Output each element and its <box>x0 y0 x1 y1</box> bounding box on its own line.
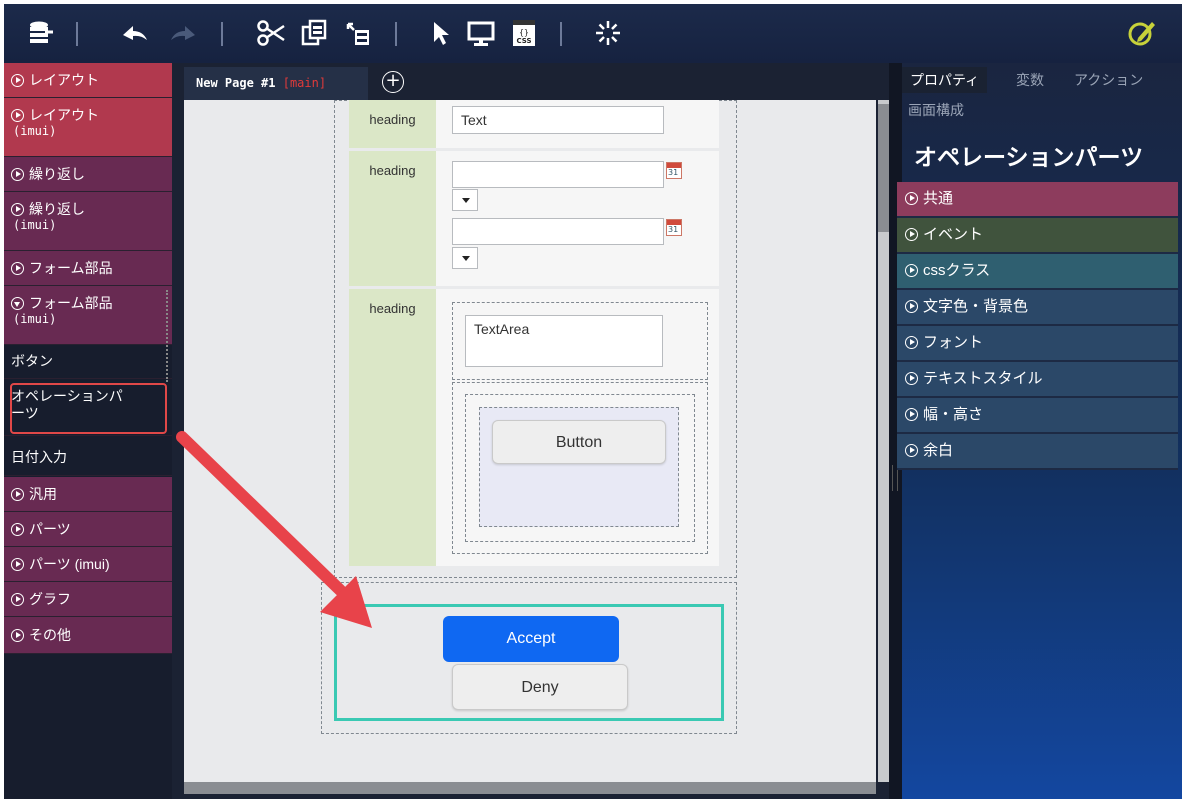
tab-variables[interactable]: 変数 <box>1008 67 1052 93</box>
move-icon[interactable] <box>342 16 376 50</box>
circle-play-icon <box>905 444 918 457</box>
tab-actions[interactable]: アクション <box>1066 67 1151 93</box>
copy-icon[interactable] <box>297 16 331 50</box>
circle-play-icon <box>905 264 918 277</box>
circle-play-icon <box>905 192 918 205</box>
section-size[interactable]: 幅・高さ <box>897 398 1178 434</box>
toolbar-separator <box>395 22 397 46</box>
svg-text:{}: {} <box>519 28 529 37</box>
palette-item-button[interactable]: ボタン <box>4 345 172 379</box>
palette-item-form-parts-imui[interactable]: フォーム部品 (imui) <box>4 286 172 345</box>
form-row-textarea: heading TextArea Button <box>349 289 719 566</box>
form-row-date: heading 31 31 <box>349 151 719 286</box>
section-colors[interactable]: 文字色・背景色 <box>897 290 1178 326</box>
palette-item-layout-imui[interactable]: レイアウト (imui) <box>4 98 172 157</box>
circle-play-icon <box>11 262 24 275</box>
calendar-icon[interactable]: 31 <box>666 162 682 179</box>
redo-icon[interactable] <box>167 16 201 50</box>
canvas-button[interactable]: Button <box>492 420 666 464</box>
panel-subtitle: 画面構成 <box>908 102 964 118</box>
date-input[interactable] <box>452 218 664 245</box>
circle-play-icon <box>11 168 24 181</box>
hour-dropdown[interactable] <box>452 189 478 211</box>
palette-item-parts[interactable]: パーツ <box>4 512 172 547</box>
circle-play-icon <box>905 228 918 241</box>
undo-icon[interactable] <box>117 16 151 50</box>
edit-icon[interactable] <box>1124 16 1158 50</box>
accept-button[interactable]: Accept <box>443 616 619 662</box>
circle-play-icon <box>11 523 24 536</box>
row-heading: heading <box>349 151 436 286</box>
circle-play-icon <box>905 300 918 313</box>
database-icon[interactable] <box>24 16 58 50</box>
palette-item-parts-imui[interactable]: パーツ (imui) <box>4 547 172 582</box>
circle-play-icon <box>11 203 24 216</box>
svg-text:CSS: CSS <box>516 37 531 45</box>
deny-button[interactable]: Deny <box>452 664 628 710</box>
vertical-scroll-thumb[interactable] <box>878 104 889 232</box>
loading-icon[interactable] <box>591 16 625 50</box>
palette-item-general[interactable]: 汎用 <box>4 477 172 512</box>
row-heading: heading <box>349 100 436 148</box>
cut-icon[interactable] <box>254 16 288 50</box>
section-css-class[interactable]: cssクラス <box>897 254 1178 290</box>
toolbar-separator <box>76 22 78 46</box>
form-row-text: heading Text <box>349 100 719 148</box>
circle-play-icon <box>11 629 24 642</box>
toolbar-separator <box>560 22 562 46</box>
css-icon[interactable]: {} CSS <box>507 16 541 50</box>
horizontal-scrollbar[interactable] <box>184 782 876 794</box>
select-icon[interactable] <box>425 16 459 50</box>
minute-dropdown[interactable] <box>452 247 478 269</box>
palette-item-layout[interactable]: レイアウト <box>4 63 172 98</box>
toolbar-separator <box>221 22 223 46</box>
circle-play-icon <box>11 488 24 501</box>
circle-down-icon <box>11 297 24 310</box>
circle-play-icon <box>11 593 24 606</box>
palette-scrollbar[interactable] <box>166 290 170 382</box>
toolbar: {} CSS <box>4 4 1182 63</box>
text-input[interactable]: Text <box>452 106 664 134</box>
date-input[interactable] <box>452 161 664 188</box>
palette-item-repeat-imui[interactable]: 繰り返し (imui) <box>4 192 172 251</box>
section-margin[interactable]: 余白 <box>897 434 1178 470</box>
section-font[interactable]: フォント <box>897 326 1178 362</box>
circle-play-icon <box>905 408 918 421</box>
palette-highlight-box <box>10 383 167 434</box>
circle-play-icon <box>905 372 918 385</box>
palette-item-repeat[interactable]: 繰り返し <box>4 157 172 192</box>
panel-title: オペレーションパーツ <box>914 144 1144 170</box>
preview-icon[interactable] <box>464 16 498 50</box>
section-event[interactable]: イベント <box>897 218 1178 254</box>
circle-play-icon <box>905 336 918 349</box>
circle-play-icon <box>11 109 24 122</box>
palette-item-other[interactable]: その他 <box>4 617 172 654</box>
design-canvas[interactable]: heading Text heading 31 31 heading TextA… <box>184 100 876 782</box>
tab-properties[interactable]: プロパティ <box>902 67 988 93</box>
editor-area: New Page #1 [main] + heading Text headin… <box>172 63 889 799</box>
page-tabbar: New Page #1 [main] + <box>172 63 889 100</box>
add-page-icon[interactable]: + <box>382 71 404 93</box>
section-common[interactable]: 共通 <box>897 182 1178 218</box>
circle-play-icon <box>11 558 24 571</box>
palette-item-graph[interactable]: グラフ <box>4 582 172 617</box>
page-tab[interactable]: New Page #1 [main] <box>184 67 368 100</box>
section-text-style[interactable]: テキストスタイル <box>897 362 1178 398</box>
calendar-icon[interactable]: 31 <box>666 219 682 236</box>
palette-item-date-input[interactable]: 日付入力 <box>4 440 172 476</box>
circle-play-icon <box>11 74 24 87</box>
palette-item-form-parts[interactable]: フォーム部品 <box>4 251 172 286</box>
row-heading: heading <box>349 289 436 566</box>
textarea[interactable]: TextArea <box>465 315 663 367</box>
